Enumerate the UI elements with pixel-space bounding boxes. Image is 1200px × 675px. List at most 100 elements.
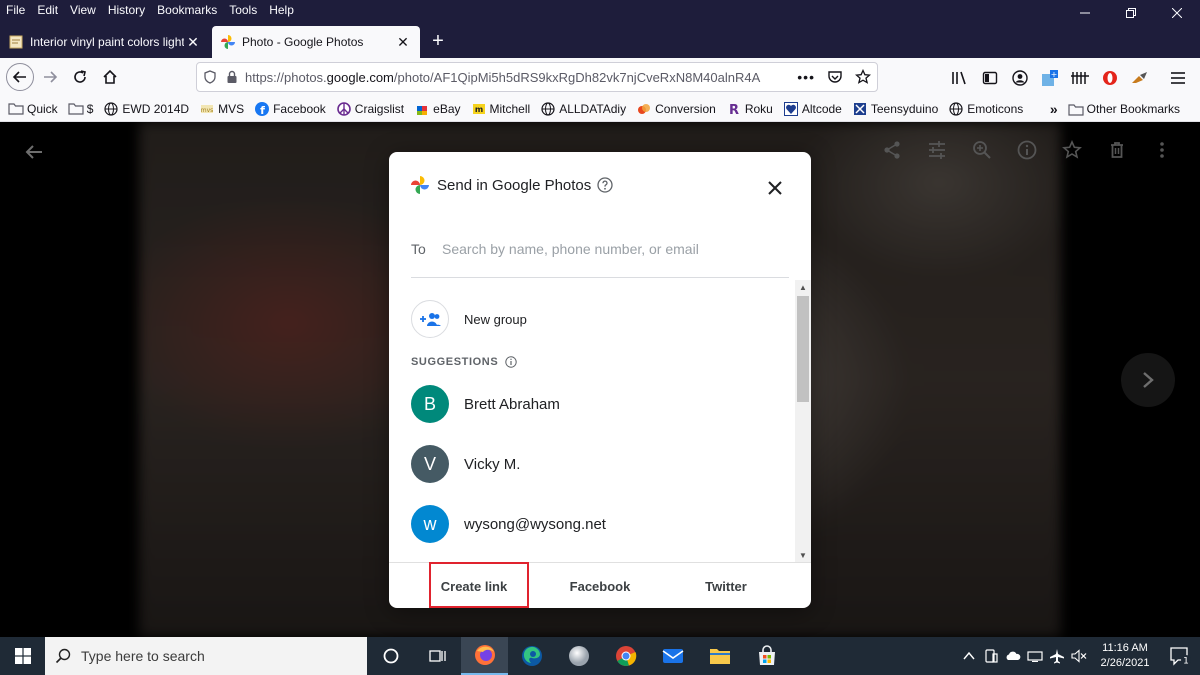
taskbar-app-sphere[interactable]	[555, 637, 602, 675]
menu-bookmarks[interactable]: Bookmarks	[151, 0, 223, 22]
taskbar-edge[interactable]	[508, 637, 555, 675]
hamburger-menu-icon[interactable]	[1168, 68, 1188, 88]
bookmark-star-icon[interactable]	[855, 69, 871, 85]
taskbar-clock[interactable]: 11:16 AM 2/26/2021	[1090, 641, 1160, 671]
network-icon[interactable]	[1024, 637, 1046, 675]
tray-device-icon[interactable]	[980, 637, 1002, 675]
lock-icon[interactable]	[225, 70, 239, 84]
page-actions-icon[interactable]: •••	[797, 69, 815, 85]
minimize-icon	[1080, 12, 1090, 14]
tab-google-photos[interactable]: Photo - Google Photos ✕	[212, 26, 420, 58]
scroll-down-icon[interactable]: ▼	[795, 548, 811, 562]
forward-button[interactable]	[36, 63, 64, 91]
onedrive-icon[interactable]	[1002, 637, 1024, 675]
bookmark-alldatadiy[interactable]: ALLDATAdiy	[540, 101, 626, 117]
edit-sliders-icon[interactable]	[925, 138, 949, 162]
account-icon[interactable]	[1010, 68, 1030, 88]
bookmark-roku[interactable]: R Roku	[726, 101, 773, 117]
contact-row[interactable]: B Brett Abraham	[411, 385, 560, 423]
favorite-star-icon[interactable]	[1060, 138, 1084, 162]
recipient-search-input[interactable]	[442, 240, 782, 257]
volume-muted-icon[interactable]	[1068, 637, 1090, 675]
bookmark-ewd[interactable]: EWD 2014D	[103, 101, 189, 117]
extension-brush-icon[interactable]	[1130, 68, 1150, 88]
tracking-protection-icon[interactable]	[203, 70, 217, 84]
bookmark-mvs[interactable]: mvs MVS	[199, 101, 244, 117]
taskbar-search[interactable]: Type here to search	[45, 637, 367, 675]
bookmark-dollar[interactable]: $	[68, 101, 93, 117]
twitter-share-button[interactable]: Twitter	[663, 563, 789, 608]
help-icon[interactable]	[597, 177, 613, 193]
next-photo-button[interactable]	[1121, 353, 1175, 407]
show-hidden-icons-button[interactable]	[958, 637, 980, 675]
contact-row[interactable]: V Vicky M.	[411, 445, 520, 483]
system-tray: 11:16 AM 2/26/2021 1	[958, 637, 1200, 675]
contact-row[interactable]: w wysong@wysong.net	[411, 505, 606, 543]
bookmark-conversion[interactable]: Conversion	[636, 101, 716, 117]
clock-time: 11:16 AM	[1102, 642, 1148, 654]
pocket-icon[interactable]	[827, 69, 843, 85]
url-bar[interactable]: https://photos.google.com/photo/AF1QipMi…	[196, 62, 878, 92]
teensy-icon	[852, 101, 868, 117]
bookmark-teensyduino[interactable]: Teensyduino	[852, 101, 938, 117]
bookmark-emoticons[interactable]: Emoticons	[948, 101, 1023, 117]
create-link-button[interactable]: Create link	[411, 563, 537, 608]
reload-icon	[74, 70, 86, 83]
bookmark-altcode[interactable]: Altcode	[783, 101, 842, 117]
start-button[interactable]	[0, 637, 45, 675]
home-icon	[103, 69, 117, 84]
menu-tools[interactable]: Tools	[223, 0, 263, 22]
menu-file[interactable]: File	[0, 0, 31, 22]
airplane-mode-icon[interactable]	[1046, 637, 1068, 675]
library-icon[interactable]	[950, 68, 970, 88]
task-view-button[interactable]	[414, 637, 461, 675]
action-center-button[interactable]: 1	[1160, 637, 1200, 675]
extension-blue-icon[interactable]: +	[1040, 68, 1060, 88]
back-button[interactable]	[6, 63, 34, 91]
extension-barcode-icon[interactable]	[1070, 68, 1090, 88]
facebook-share-button[interactable]: Facebook	[537, 563, 663, 608]
scroll-up-icon[interactable]: ▲	[795, 280, 811, 294]
menu-history[interactable]: History	[102, 0, 151, 22]
list-scrollbar[interactable]: ▲ ▼	[795, 280, 811, 562]
bookmark-mitchell[interactable]: m Mitchell	[471, 101, 530, 117]
tab-close-icon[interactable]: ✕	[184, 34, 202, 51]
info-icon[interactable]	[1015, 138, 1039, 162]
mail-icon	[662, 649, 683, 663]
scroll-thumb[interactable]	[797, 296, 809, 402]
chevron-double-right-icon[interactable]: »	[1050, 101, 1058, 117]
bookmark-label: MVS	[218, 101, 245, 116]
taskbar-mail[interactable]	[649, 637, 696, 675]
zoom-in-icon[interactable]	[970, 138, 994, 162]
bookmark-label: Emoticons	[967, 101, 1024, 116]
extension-red-icon[interactable]	[1100, 68, 1120, 88]
menu-help[interactable]: Help	[263, 0, 300, 22]
menu-edit[interactable]: Edit	[31, 0, 64, 22]
close-icon	[768, 181, 782, 195]
sidebar-icon[interactable]	[980, 68, 1000, 88]
heart-icon	[783, 101, 799, 117]
taskbar-store[interactable]	[743, 637, 790, 675]
dialog-close-button[interactable]	[763, 176, 787, 200]
reload-button[interactable]	[66, 63, 94, 91]
tab-close-icon[interactable]: ✕	[394, 34, 412, 51]
taskbar-file-explorer[interactable]	[696, 637, 743, 675]
more-vertical-icon[interactable]	[1150, 138, 1174, 162]
trash-icon[interactable]	[1105, 138, 1129, 162]
info-icon[interactable]	[505, 356, 517, 368]
taskbar-firefox[interactable]	[461, 637, 508, 675]
share-icon[interactable]	[880, 138, 904, 162]
menu-view[interactable]: View	[64, 0, 102, 22]
viewer-back-button[interactable]	[20, 138, 48, 166]
bookmark-quick[interactable]: Quick	[8, 101, 58, 117]
taskbar-chrome[interactable]	[602, 637, 649, 675]
new-group-item[interactable]: New group	[411, 300, 527, 338]
bookmark-other[interactable]: Other Bookmarks	[1068, 101, 1180, 117]
bookmark-facebook[interactable]: f Facebook	[254, 101, 326, 117]
cortana-button[interactable]	[367, 637, 414, 675]
tab-interior-paint[interactable]: Interior vinyl paint colors light │ ✕	[0, 26, 210, 58]
bookmark-craigslist[interactable]: Craigslist	[336, 101, 404, 117]
new-tab-button[interactable]: +	[426, 30, 450, 54]
home-button[interactable]	[96, 63, 124, 91]
bookmark-ebay[interactable]: eBay	[414, 101, 461, 117]
